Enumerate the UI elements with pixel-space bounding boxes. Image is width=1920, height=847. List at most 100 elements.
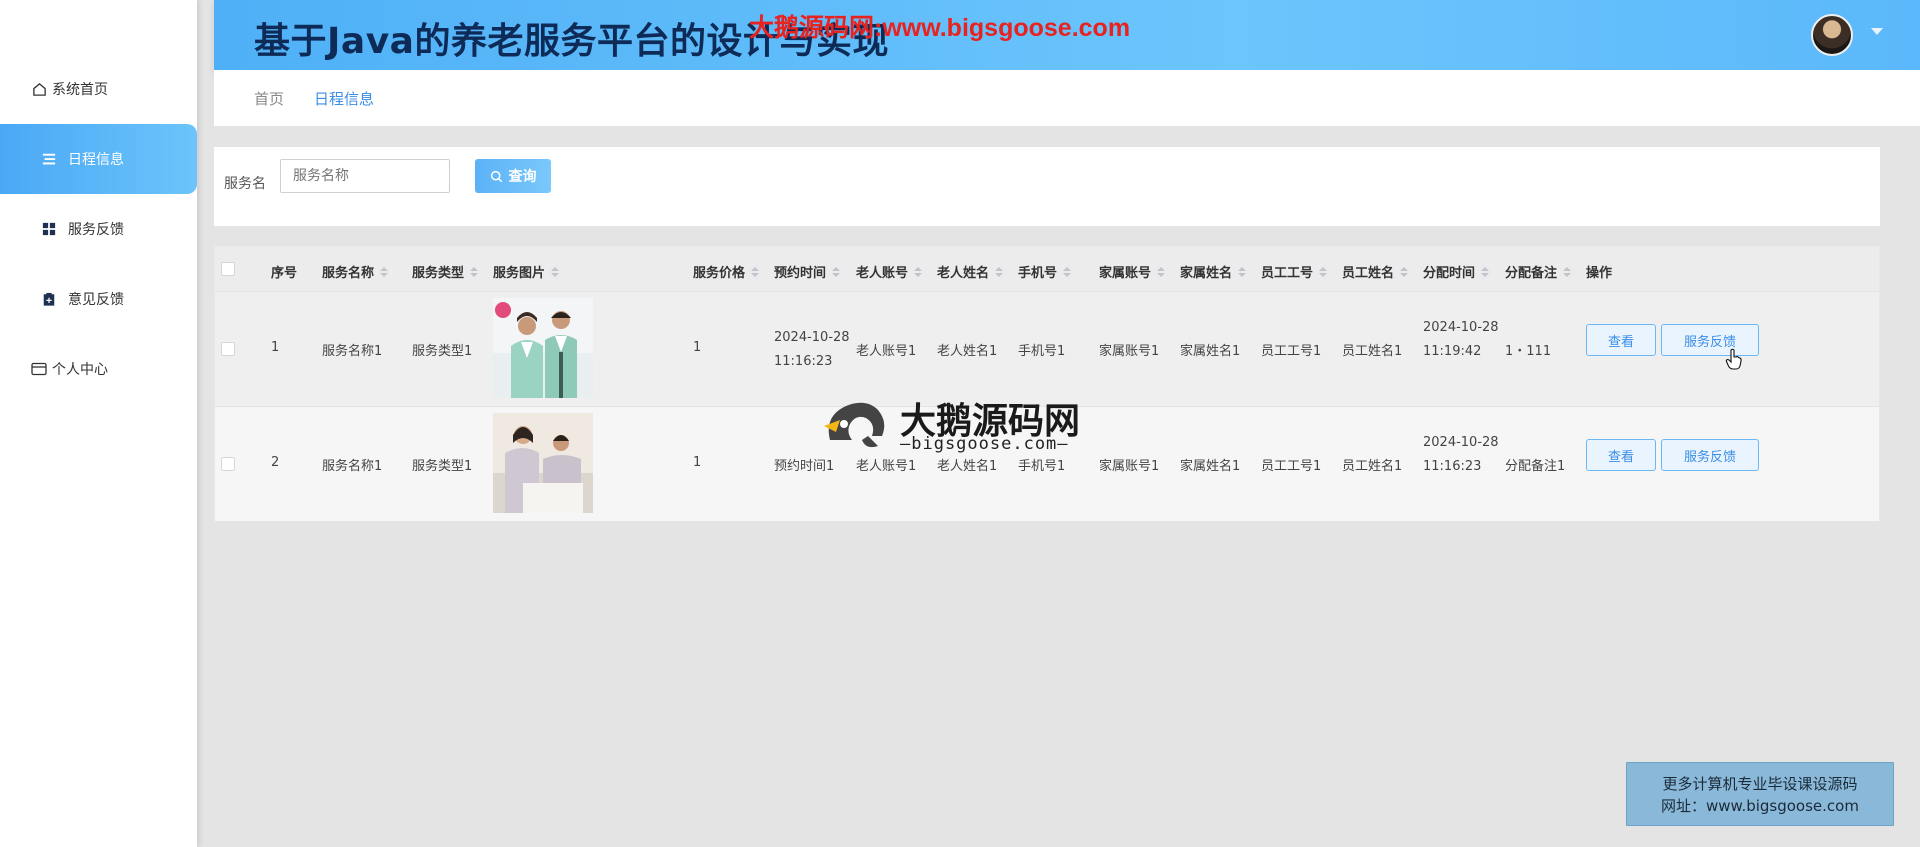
breadcrumb: 首页 日程信息 bbox=[214, 70, 1920, 126]
column-header-service-image[interactable]: 服务图片 bbox=[493, 262, 560, 281]
list-icon bbox=[40, 150, 58, 168]
sort-icon[interactable] bbox=[1481, 266, 1490, 277]
goose-logo-icon bbox=[824, 402, 885, 448]
sort-icon[interactable] bbox=[995, 266, 1004, 277]
sort-icon[interactable] bbox=[1563, 266, 1572, 277]
column-header-assign-time[interactable]: 分配时间 bbox=[1423, 262, 1490, 281]
sidebar-item-label: 意见反馈 bbox=[68, 292, 124, 308]
column-header-label: 服务名称 bbox=[322, 266, 375, 281]
cell-service-name: 服务名称1 bbox=[322, 459, 383, 474]
sort-icon[interactable] bbox=[1400, 266, 1409, 277]
cell-price: 1 bbox=[693, 340, 702, 355]
top-header: 基于Java的养老服务平台的设计与实现 大鹅源码网:www.bigsgoose.… bbox=[214, 0, 1920, 70]
assign-clock: 11:16:23 bbox=[1423, 459, 1482, 474]
data-table: 序号 服务名称 服务类型 服务图片 服务价格 预约时间 老人账号 老人姓名 手机… bbox=[214, 246, 1880, 521]
service-feedback-button[interactable]: 服务反馈 bbox=[1661, 439, 1759, 471]
search-button-label: 查询 bbox=[508, 169, 537, 185]
cell-staff-name: 员工姓名1 bbox=[1342, 459, 1403, 474]
column-header-actions: 操作 bbox=[1586, 266, 1613, 281]
column-header-label: 家属账号 bbox=[1099, 266, 1152, 281]
sidebar-item-label: 日程信息 bbox=[68, 152, 124, 168]
column-header-family-account[interactable]: 家属账号 bbox=[1099, 262, 1166, 281]
column-header-family-name[interactable]: 家属姓名 bbox=[1180, 262, 1247, 281]
cell-staff-id: 员工工号1 bbox=[1261, 459, 1322, 474]
cell-index: 1 bbox=[271, 340, 280, 355]
search-input[interactable] bbox=[280, 159, 450, 193]
sort-icon[interactable] bbox=[551, 266, 560, 277]
cell-family-name: 家属姓名1 bbox=[1180, 459, 1241, 474]
cell-service-name: 服务名称1 bbox=[322, 344, 383, 359]
sidebar-item-label: 系统首页 bbox=[52, 82, 108, 98]
booking-clock: 11:16:23 bbox=[774, 354, 833, 369]
column-header-service-type[interactable]: 服务类型 bbox=[412, 262, 479, 281]
service-image[interactable] bbox=[493, 298, 593, 398]
cell-assign-time: 2024-10-28 11:19:42 bbox=[1423, 316, 1499, 364]
cell-assign-time: 2024-10-28 11:16:23 bbox=[1423, 431, 1499, 479]
column-header-service-name[interactable]: 服务名称 bbox=[322, 262, 389, 281]
sidebar-item-service-feedback[interactable]: 服务反馈 bbox=[0, 194, 197, 264]
sidebar: 系统首页 日程信息 服务反馈 意见反馈 个人中心 bbox=[0, 0, 197, 847]
column-header-elder-account[interactable]: 老人账号 bbox=[856, 262, 923, 281]
sidebar-item-home[interactable]: 系统首页 bbox=[0, 54, 197, 124]
grid-icon bbox=[40, 220, 58, 238]
promo-line-2: 网址：www.bigsgoose.com bbox=[1661, 797, 1859, 815]
row-checkbox[interactable] bbox=[221, 342, 235, 356]
cell-family-account: 家属账号1 bbox=[1099, 459, 1160, 474]
row-checkbox[interactable] bbox=[221, 457, 235, 471]
sort-icon[interactable] bbox=[832, 266, 841, 277]
sort-icon[interactable] bbox=[751, 266, 760, 277]
cell-phone: 手机号1 bbox=[1018, 344, 1066, 359]
chevron-down-icon[interactable] bbox=[1871, 28, 1883, 35]
column-header-label: 分配备注 bbox=[1505, 266, 1558, 281]
view-button[interactable]: 查看 bbox=[1586, 324, 1656, 356]
service-feedback-button[interactable]: 服务反馈 bbox=[1661, 324, 1759, 356]
sort-icon[interactable] bbox=[470, 266, 479, 277]
cell-staff-id: 员工工号1 bbox=[1261, 344, 1322, 359]
column-header-price[interactable]: 服务价格 bbox=[693, 262, 760, 281]
watermark-logo: 大鹅源码网 —bigsgoose.com— bbox=[822, 392, 1102, 462]
column-header-assign-note[interactable]: 分配备注 bbox=[1505, 262, 1572, 281]
cell-family-name: 家属姓名1 bbox=[1180, 344, 1241, 359]
search-panel: 服务名 查询 bbox=[214, 147, 1880, 226]
promo-box: 更多计算机专业毕设课设源码 网址：www.bigsgoose.com bbox=[1626, 762, 1894, 826]
column-header-label: 老人账号 bbox=[856, 266, 909, 281]
view-button[interactable]: 查看 bbox=[1586, 439, 1656, 471]
column-header-label: 服务图片 bbox=[493, 266, 546, 281]
column-header-label: 员工姓名 bbox=[1342, 266, 1395, 281]
search-label: 服务名 bbox=[224, 176, 266, 192]
sidebar-item-opinion-feedback[interactable]: 意见反馈 bbox=[0, 264, 197, 334]
sidebar-item-label: 个人中心 bbox=[52, 362, 108, 378]
card-icon bbox=[30, 360, 48, 378]
cell-assign-note: 分配备注1 bbox=[1505, 459, 1566, 474]
column-header-label: 分配时间 bbox=[1423, 266, 1476, 281]
column-header-booking-time[interactable]: 预约时间 bbox=[774, 262, 841, 281]
search-button[interactable]: 查询 bbox=[475, 159, 551, 193]
cell-elder-name: 老人姓名1 bbox=[937, 344, 998, 359]
column-header-label: 手机号 bbox=[1018, 266, 1058, 281]
service-image[interactable] bbox=[493, 413, 593, 513]
column-header-phone[interactable]: 手机号 bbox=[1018, 262, 1072, 281]
breadcrumb-current: 日程信息 bbox=[314, 89, 375, 108]
avatar[interactable] bbox=[1811, 14, 1853, 56]
column-header-staff-id[interactable]: 员工工号 bbox=[1261, 262, 1328, 281]
table-row: 1 服务名称1 服务类型1 1 2024-10-28 11:16:23 老人账号… bbox=[215, 291, 1879, 406]
sort-icon[interactable] bbox=[1319, 266, 1328, 277]
sort-icon[interactable] bbox=[1157, 266, 1166, 277]
sidebar-item-profile[interactable]: 个人中心 bbox=[0, 334, 197, 404]
column-header-staff-name[interactable]: 员工姓名 bbox=[1342, 262, 1409, 281]
sort-icon[interactable] bbox=[1063, 266, 1072, 277]
sidebar-item-label: 服务反馈 bbox=[68, 222, 124, 238]
sort-icon[interactable] bbox=[914, 266, 923, 277]
cell-service-type: 服务类型1 bbox=[412, 344, 473, 359]
sidebar-item-schedule[interactable]: 日程信息 bbox=[0, 124, 197, 194]
column-header-elder-name[interactable]: 老人姓名 bbox=[937, 262, 1004, 281]
hand-cursor-icon bbox=[1725, 348, 1742, 370]
home-icon bbox=[30, 80, 48, 98]
sort-icon[interactable] bbox=[380, 266, 389, 277]
cell-elder-account: 老人账号1 bbox=[856, 344, 917, 359]
select-all-checkbox[interactable] bbox=[221, 262, 235, 276]
booking-date: 2024-10-28 bbox=[774, 330, 850, 345]
breadcrumb-home[interactable]: 首页 bbox=[254, 88, 284, 109]
cell-staff-name: 员工姓名1 bbox=[1342, 344, 1403, 359]
sort-icon[interactable] bbox=[1238, 266, 1247, 277]
